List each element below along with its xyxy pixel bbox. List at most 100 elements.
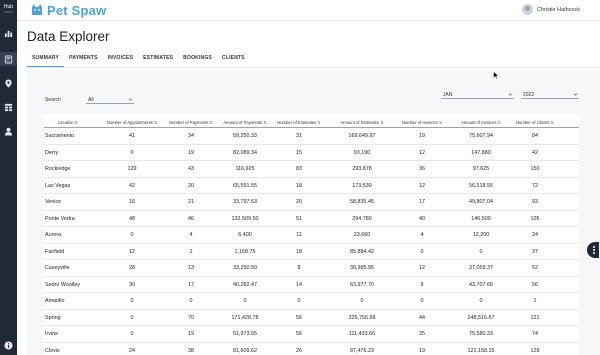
cell-appointments: 0 bbox=[130, 331, 134, 337]
month-select[interactable]: JAN bbox=[441, 90, 514, 99]
cell-payments-amount: 82,089.34 bbox=[233, 149, 257, 156]
cell-payments-count: 0 bbox=[189, 298, 193, 304]
table-header: Location ⇅ Number of Appointments ⇅ Number… bbox=[44, 114, 579, 128]
tab-bookings[interactable]: BOOKINGS bbox=[178, 53, 217, 67]
cell-invoices-amount: 248,516.67 bbox=[467, 314, 495, 321]
year-select[interactable]: 2022 bbox=[521, 90, 579, 99]
year-select-value: 2022 bbox=[523, 92, 535, 98]
sort-icon[interactable]: ⇅ bbox=[316, 120, 320, 125]
cell-clients: 56 bbox=[532, 281, 538, 288]
month-select-value: JAN bbox=[443, 92, 453, 98]
cell-estimates-count: 20 bbox=[296, 199, 302, 205]
cell-payments-amount: 1,168.75 bbox=[234, 248, 256, 255]
cell-invoices-amount: 37,059.37 bbox=[469, 265, 493, 271]
cell-appointments: 30 bbox=[129, 281, 135, 288]
calculator-icon[interactable] bbox=[0, 52, 17, 66]
chevron-down-icon bbox=[508, 93, 513, 96]
header-col-payments-count[interactable]: Number of Payments ⇅ bbox=[169, 120, 214, 125]
table-row[interactable]: Derry 0 19 82,089.34 15 93,190 12 147,880 42 bbox=[44, 145, 579, 161]
sort-icon[interactable]: ⇅ bbox=[74, 120, 78, 125]
top-bar: Pet Spaw Christie Hathcock bbox=[17, 0, 600, 21]
table-row[interactable]: Ponte Vedra 48 46 132,509.50 51 294,780 40 146,… bbox=[44, 211, 579, 227]
chevron-down-icon bbox=[573, 93, 578, 96]
cell-estimates-amount: 39,995.95 bbox=[350, 265, 374, 271]
cell-clients: 121 bbox=[530, 314, 540, 321]
sort-icon[interactable]: ⇅ bbox=[262, 120, 266, 125]
cell-estimates-amount: 93,190 bbox=[353, 149, 371, 156]
cell-payments-count: 19 bbox=[188, 331, 194, 337]
table-row[interactable]: Rockledge 129 43 116,925 83 293,878 36 97,625 15… bbox=[44, 161, 579, 178]
grid-icon[interactable] bbox=[3, 102, 14, 113]
header-col-estimates-count[interactable]: Number of Estimates ⇅ bbox=[275, 120, 323, 125]
sort-icon[interactable]: ⇅ bbox=[379, 120, 383, 125]
table-row[interactable]: Irvine 0 19 51,973.65 56 111,433.66 25 75,580.3… bbox=[44, 326, 579, 343]
cell-appointments: 0 bbox=[130, 232, 134, 238]
cell-payments-amount: 65,591.55 bbox=[233, 182, 257, 189]
cell-estimates-amount: 169,649.97 bbox=[348, 133, 376, 139]
table-row[interactable]: Clovis 24 38 81,609.62 26 87,476.23 19 121,158.… bbox=[44, 343, 579, 355]
cell-location: Las Vegas bbox=[45, 182, 71, 189]
cell-payments-count: 21 bbox=[188, 199, 194, 205]
cell-estimates-count: 56 bbox=[296, 314, 302, 321]
sort-icon[interactable]: ⇅ bbox=[438, 120, 442, 125]
left-rail: Hub Admin bbox=[0, 0, 17, 355]
brand[interactable]: Pet Spaw bbox=[30, 2, 106, 18]
avatar[interactable] bbox=[521, 4, 533, 15]
location-pin-icon[interactable] bbox=[3, 78, 14, 89]
cell-location: Ponte Vedra bbox=[45, 215, 75, 222]
header-col-clients[interactable]: Number of Clients ⇅ bbox=[513, 120, 558, 125]
hub-label[interactable]: Hub Admin bbox=[0, 5, 17, 15]
cell-location: Irvine bbox=[45, 331, 59, 337]
more-vertical-icon[interactable] bbox=[587, 242, 599, 258]
cell-appointments: 12 bbox=[129, 248, 135, 255]
sort-icon[interactable]: ⇅ bbox=[550, 120, 554, 125]
table-row[interactable]: Spring 0 70 171,428.78 56 325,756.68 44 248,516… bbox=[44, 310, 579, 326]
table-row[interactable]: Sacramento 41 34 59,250.33 31 169,649.97 19 75,… bbox=[44, 128, 579, 145]
header-col-invoices-count[interactable]: Number of Invoices ⇅ bbox=[400, 120, 445, 125]
cell-estimates-amount: 173,539 bbox=[352, 182, 372, 189]
tab-divider bbox=[27, 67, 600, 68]
cell-appointments: 0 bbox=[130, 298, 134, 304]
cell-appointments: 0 bbox=[130, 314, 134, 321]
table-row[interactable]: Las Vegas 42 20 65,591.55 18 173,539 12 56,518.… bbox=[44, 178, 579, 194]
cell-estimates-amount: 58,835.45 bbox=[350, 199, 374, 205]
sort-icon[interactable]: ⇅ bbox=[497, 120, 501, 125]
cell-invoices-amount: 146,500 bbox=[471, 215, 491, 222]
user-menu[interactable]: Christie Hathcock bbox=[521, 4, 580, 15]
table-body: Sacramento 41 34 59,250.33 31 169,649.97 19 75,… bbox=[44, 128, 579, 355]
cell-invoices-count: 36 bbox=[419, 166, 425, 172]
table-row[interactable]: Amarillo 0 0 0 0 0 0 0 1 bbox=[44, 293, 579, 310]
header-col-payments-amount[interactable]: Amount of Payments ⇅ bbox=[216, 120, 274, 125]
cell-payments-count: 4 bbox=[189, 232, 193, 238]
header-col-estimates-amount[interactable]: Amount of Estimates ⇅ bbox=[330, 120, 395, 125]
tab-estimates[interactable]: ESTIMATES bbox=[138, 53, 178, 67]
user-icon[interactable] bbox=[3, 126, 14, 137]
tab-invoices[interactable]: INVOICES bbox=[103, 53, 139, 67]
search-select[interactable]: All bbox=[86, 95, 134, 104]
cell-estimates-amount: 325,756.68 bbox=[348, 314, 376, 321]
info-icon[interactable] bbox=[3, 340, 14, 351]
header-col-location[interactable]: Location ⇅ bbox=[43, 120, 93, 125]
table-row[interactable]: Caseyville 28 13 33,250.50 8 39,995.95 12 37,05… bbox=[44, 260, 579, 277]
cell-clients: 93 bbox=[532, 199, 538, 205]
cell-appointments: 28 bbox=[129, 265, 135, 271]
table-row[interactable]: Sedro Woolley 30 17 40,282.47 14 63,977.70 9 43… bbox=[44, 277, 579, 293]
chart-bar-icon[interactable] bbox=[3, 28, 14, 39]
table-row[interactable]: Aurora 0 4 6,400 11 23,660 4 12,200 24 bbox=[44, 227, 579, 244]
header-col-appointments[interactable]: Number of Appointments ⇅ bbox=[105, 120, 160, 125]
cell-location: Derry bbox=[45, 149, 59, 156]
tab-payments[interactable]: PAYMENTS bbox=[64, 53, 103, 67]
sort-icon[interactable]: ⇅ bbox=[153, 120, 157, 125]
sort-icon[interactable]: ⇅ bbox=[208, 120, 213, 125]
cell-location: Clovis bbox=[45, 347, 60, 354]
cell-estimates-count: 18 bbox=[296, 182, 302, 189]
header-label: Number of Payments bbox=[169, 120, 209, 125]
cell-invoices-count: 0 bbox=[420, 248, 424, 255]
tab-summary[interactable]: SUMMARY bbox=[27, 53, 65, 67]
table-row[interactable]: Fairfield 12 1 1,168.75 18 85,884.42 0 0 37 bbox=[44, 244, 579, 260]
tab-clients[interactable]: CLIENTS bbox=[217, 53, 250, 67]
cell-location: Sacramento bbox=[45, 133, 75, 139]
table-row[interactable]: Venice 16 21 33,797.63 20 58,835.45 17 49,807.0… bbox=[44, 194, 579, 211]
header-col-invoices-amount[interactable]: Amount of Invoices ⇅ bbox=[451, 120, 511, 125]
cell-appointments: 24 bbox=[129, 347, 135, 354]
